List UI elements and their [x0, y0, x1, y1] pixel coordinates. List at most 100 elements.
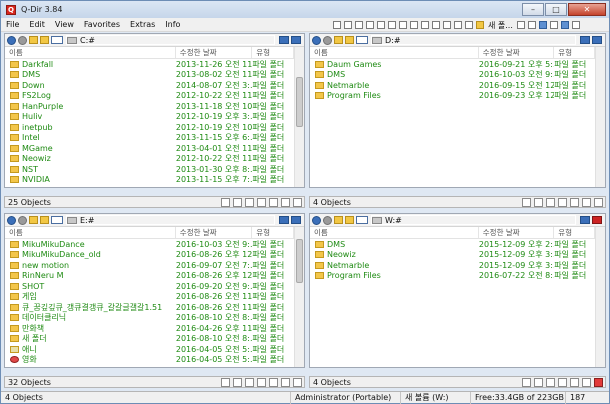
file-row[interactable]: Netmarble 2015-12-09 오후 3:... 파일 폴더	[310, 260, 595, 271]
file-row[interactable]: NVIDIA 2013-11-15 오후 7:... 파일 폴더	[5, 175, 294, 186]
view-mode-icon[interactable]	[356, 216, 368, 224]
file-row[interactable]: Program Files 2016-07-22 오전 8:... 파일 폴더	[310, 271, 595, 282]
file-row[interactable]: Netmarble 2016-09-15 오전 12...파일 폴더	[310, 80, 595, 91]
back-icon[interactable]	[312, 35, 321, 45]
pane-favorites-icon[interactable]	[592, 216, 602, 224]
forward-icon[interactable]	[18, 35, 27, 45]
header-date[interactable]: 수정한 날짜	[176, 47, 253, 58]
info-icon[interactable]	[233, 378, 242, 387]
close-button[interactable]: ✕	[568, 3, 606, 16]
header-type[interactable]: 유형	[252, 227, 295, 238]
up-folder-icon[interactable]	[334, 216, 343, 224]
file-row[interactable]: Daum Games 2016-09-21 오후 5:... 파일 폴더	[310, 59, 595, 70]
folder-icon[interactable]	[345, 216, 354, 224]
properties-icon[interactable]	[594, 378, 603, 387]
objects-count[interactable]: 4 Objects	[313, 198, 351, 207]
header-type[interactable]: 유형	[554, 47, 595, 58]
address-bar[interactable]: W:#	[371, 215, 576, 225]
layout-9-icon[interactable]	[420, 21, 429, 29]
paste-icon[interactable]	[570, 378, 579, 387]
view-icon[interactable]	[539, 21, 548, 29]
cut-icon[interactable]	[245, 378, 254, 387]
file-row[interactable]: SHOT 2016-09-20 오전 9:... 파일 폴더	[5, 281, 294, 292]
properties-icon[interactable]	[293, 378, 302, 387]
layout-2-icon[interactable]	[343, 21, 352, 29]
layout-12-icon[interactable]	[453, 21, 462, 29]
file-row[interactable]: 새 폴더 2016-08-10 오전 8:... 파일 폴더	[5, 334, 294, 345]
layout-1-icon[interactable]	[332, 21, 341, 29]
file-row[interactable]: Darkfall 2013-11-26 오전 11... 파일 폴더	[5, 59, 294, 70]
file-row[interactable]: MGame 2013-04-01 오전 11... 파일 폴더	[5, 143, 294, 154]
cut-icon[interactable]	[517, 21, 526, 29]
view-mode-icon[interactable]	[356, 36, 368, 44]
pane-menu-icon[interactable]	[580, 216, 590, 224]
info-icon[interactable]	[233, 198, 242, 207]
menu-edit[interactable]: Edit	[24, 20, 50, 29]
file-row[interactable]: Neowiz 2012-10-22 오전 11... 파일 폴더	[5, 154, 294, 165]
objects-count[interactable]: 4 Objects	[313, 378, 351, 387]
pane-favorites-icon[interactable]	[291, 216, 301, 224]
address-bar[interactable]: C:#	[66, 35, 275, 45]
file-row[interactable]: MikuMikuDance 2016-10-03 오전 9:... 파일 폴더	[5, 239, 294, 250]
file-row[interactable]: 만화책 2016-04-26 오후 11... 파일 폴더	[5, 323, 294, 334]
pane-menu-icon[interactable]	[580, 36, 590, 44]
file-row[interactable]: Down 2014-08-07 오전 3:... 파일 폴더	[5, 80, 294, 91]
back-icon[interactable]	[7, 35, 16, 45]
scroll-thumb[interactable]	[296, 239, 303, 283]
forward-icon[interactable]	[18, 215, 27, 225]
folder-icon[interactable]	[345, 36, 354, 44]
header-date[interactable]: 수정한 날짜	[479, 227, 555, 238]
properties-icon[interactable]	[293, 198, 302, 207]
layout-3-icon[interactable]	[354, 21, 363, 29]
file-row[interactable]: 게임 2016-08-26 오전 11... 파일 폴더	[5, 292, 294, 303]
title-bar[interactable]: Q Q-Dir 3.84 – □ ✕	[1, 1, 609, 18]
header-type[interactable]: 유형	[252, 47, 295, 58]
paste-icon[interactable]	[269, 378, 278, 387]
rename-icon[interactable]	[582, 378, 591, 387]
header-name[interactable]: 이름	[310, 227, 479, 238]
new-folder-label[interactable]: 새 폴...	[488, 20, 513, 31]
pane-menu-icon[interactable]	[279, 36, 289, 44]
file-row[interactable]: 애니 2016-04-05 오전 5:... 파일 폴더	[5, 344, 294, 355]
file-row[interactable]: HanPurple 2013-11-18 오전 10... 파일 폴더	[5, 101, 294, 112]
forward-icon[interactable]	[323, 35, 332, 45]
file-row[interactable]: inetpub 2012-10-19 오전 10... 파일 폴더	[5, 122, 294, 133]
back-icon[interactable]	[7, 215, 16, 225]
header-name[interactable]: 이름	[5, 227, 176, 238]
properties-icon[interactable]	[594, 198, 603, 207]
layout-10-icon[interactable]	[431, 21, 440, 29]
menu-extras[interactable]: Extras	[125, 20, 160, 29]
header-date[interactable]: 수정한 날짜	[176, 227, 253, 238]
header-date[interactable]: 수정한 날짜	[479, 47, 555, 58]
file-row[interactable]: FS2Log 2012-10-22 오전 11... 파일 폴더	[5, 91, 294, 102]
file-row[interactable]: DMS 2015-12-09 오후 2:... 파일 폴더	[310, 239, 595, 250]
vertical-scrollbar[interactable]	[294, 227, 304, 367]
file-row[interactable]: RinNeru M 2016-08-26 오후 12... 파일 폴더	[5, 271, 294, 282]
help-icon[interactable]	[561, 21, 570, 29]
menu-favorites[interactable]: Favorites	[79, 20, 125, 29]
file-row[interactable]: Program Files 2016-09-23 오후 12...파일 폴더	[310, 91, 595, 102]
folder-icon[interactable]	[40, 216, 49, 224]
up-folder-icon[interactable]	[29, 216, 38, 224]
file-row[interactable]: 영화 2016-04-05 오전 5:... 파일 폴더	[5, 355, 294, 366]
up-folder-icon[interactable]	[29, 36, 38, 44]
file-row[interactable]: NST 2013-01-30 오후 8:... 파일 폴더	[5, 164, 294, 175]
address-bar[interactable]: D:#	[371, 35, 576, 45]
pane-favorites-icon[interactable]	[592, 36, 602, 44]
file-row[interactable]: 데이터클리닉 2016-08-10 오전 8:... 파일 폴더	[5, 313, 294, 324]
info-icon[interactable]	[534, 378, 543, 387]
menu-file[interactable]: File	[1, 20, 24, 29]
settings-icon[interactable]	[550, 21, 559, 29]
rename-icon[interactable]	[281, 198, 290, 207]
up-folder-icon[interactable]	[334, 36, 343, 44]
back-icon[interactable]	[312, 215, 321, 225]
refresh-icon[interactable]	[522, 378, 531, 387]
forward-icon[interactable]	[323, 215, 332, 225]
objects-count[interactable]: 25 Objects	[8, 198, 51, 207]
maximize-button[interactable]: □	[545, 3, 567, 16]
layout-6-icon[interactable]	[387, 21, 396, 29]
pane-favorites-icon[interactable]	[291, 36, 301, 44]
layout-11-icon[interactable]	[442, 21, 451, 29]
menu-info[interactable]: Info	[160, 20, 185, 29]
objects-count[interactable]: 32 Objects	[8, 378, 51, 387]
